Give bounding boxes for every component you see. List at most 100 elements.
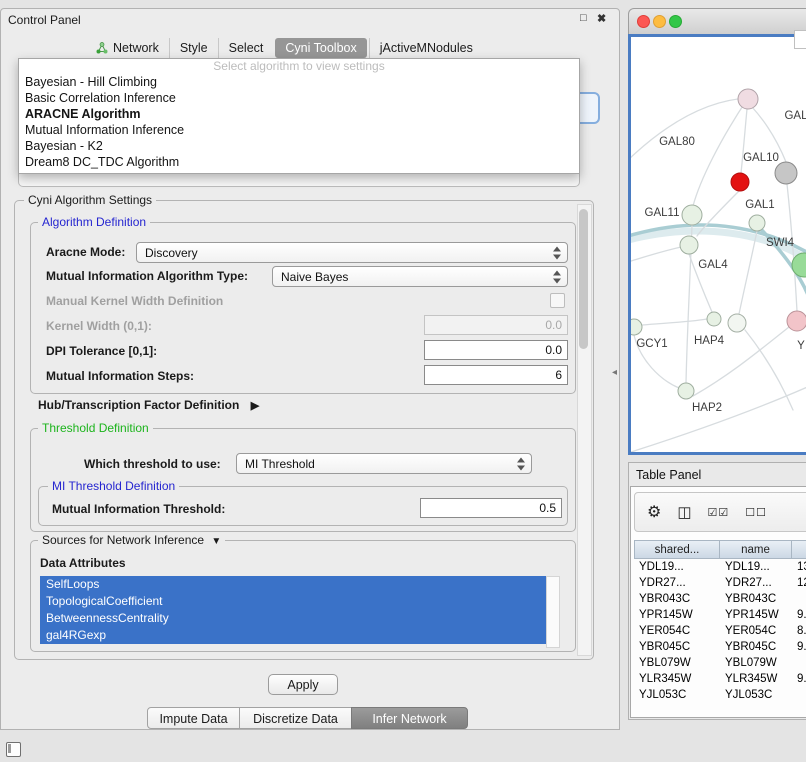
network-node[interactable] <box>738 89 758 109</box>
column-header-shared-name[interactable]: shared... <box>634 540 720 559</box>
tab-discretize-data[interactable]: Discretize Data <box>239 707 352 729</box>
cell: YDL19... <box>634 559 720 575</box>
threshold-definition-title: Threshold Definition <box>38 421 153 435</box>
gear-icon[interactable]: ⚙ <box>647 502 661 522</box>
node-label: GAL80 <box>659 136 695 148</box>
sources-title-label: Sources for Network Inference <box>42 533 204 547</box>
node-label: SWI4 <box>766 237 795 249</box>
list-item-selected[interactable]: BetweennessCentrality <box>40 610 546 627</box>
tab-infer-network[interactable]: Infer Network <box>351 707 468 729</box>
network-node-highlighted[interactable] <box>731 173 749 191</box>
tab-cyni-toolbox[interactable]: Cyni Toolbox <box>275 38 366 58</box>
close-traffic-light[interactable] <box>637 15 650 28</box>
splitter-collapse-icon[interactable]: ◂ <box>612 367 617 378</box>
table-row[interactable]: YBL079W YBL079W <box>634 655 806 671</box>
dpi-tolerance-label: DPI Tolerance [0,1]: <box>46 344 157 358</box>
network-view[interactable]: GAL80 GAL10 GAL11 GAL1 SWI4 GAL4 GCY1 HA… <box>628 34 806 455</box>
float-window-icon[interactable]: □ <box>580 12 587 24</box>
which-threshold-label: Which threshold to use: <box>84 457 221 471</box>
network-window-titlebar[interactable] <box>628 8 806 34</box>
table-row[interactable]: YBR045C YBR045C 9. <box>634 639 806 655</box>
dropdown-item[interactable]: Basic Correlation Inference <box>19 90 579 106</box>
cell: YBL079W <box>634 655 720 671</box>
list-item-selected[interactable]: SelfLoops <box>40 576 546 593</box>
network-node[interactable] <box>749 215 765 231</box>
network-node[interactable] <box>707 312 721 326</box>
tab-impute-data[interactable]: Impute Data <box>147 707 240 729</box>
manual-kernel-checkbox[interactable] <box>550 293 565 308</box>
minimized-panel-icon[interactable] <box>6 742 21 757</box>
select-all-icon[interactable]: ☑☑ <box>708 506 730 519</box>
list-item-selected[interactable]: TopologicalCoefficient <box>40 593 546 610</box>
sources-group-title[interactable]: Sources for Network Inference ▼ <box>38 533 225 547</box>
cell <box>792 655 806 671</box>
mi-type-select[interactable]: Naive Bayes <box>272 266 568 287</box>
dropdown-item-selected[interactable]: ARACNE Algorithm <box>19 106 579 122</box>
tab-style[interactable]: Style <box>169 38 218 58</box>
apply-button[interactable]: Apply <box>268 674 338 695</box>
close-window-icon[interactable]: ✖ <box>597 12 606 25</box>
tab-network[interactable]: Network <box>86 38 169 58</box>
dpi-tolerance-field[interactable] <box>424 340 568 360</box>
dropdown-item[interactable]: Dream8 DC_TDC Algorithm <box>19 154 579 170</box>
expand-down-icon: ▼ <box>211 536 221 547</box>
cell: YLR345W <box>634 671 720 687</box>
dropdown-item[interactable]: Bayesian - Hill Climbing <box>19 74 579 90</box>
table-row[interactable]: YER054C YER054C 8. <box>634 623 806 639</box>
cell: 13 <box>792 559 806 575</box>
network-node[interactable] <box>678 383 694 399</box>
tab-select[interactable]: Select <box>218 38 274 58</box>
node-label: GAL <box>784 110 806 122</box>
cyni-algorithm-settings-title: Cyni Algorithm Settings <box>24 193 156 207</box>
cell: YBL079W <box>720 655 792 671</box>
mi-threshold-group-title: MI Threshold Definition <box>48 479 179 493</box>
network-scrollbar-corner <box>794 30 806 49</box>
tab-jactivemnodules[interactable]: jActiveMNodules <box>369 38 483 58</box>
settings-scrollbar[interactable] <box>577 204 592 656</box>
mi-type-value: Naive Bayes <box>281 270 348 284</box>
cell: 9. <box>792 639 806 655</box>
network-node[interactable] <box>631 319 642 335</box>
aracne-mode-label: Aracne Mode: <box>46 245 125 259</box>
kernel-width-field[interactable] <box>424 315 568 335</box>
network-node[interactable] <box>775 162 797 184</box>
hub-section-toggle[interactable]: Hub/Transcription Factor Definition ▶ <box>38 398 259 412</box>
dropdown-item[interactable]: Bayesian - K2 <box>19 138 579 154</box>
cell: YBR045C <box>634 639 720 655</box>
aracne-mode-select[interactable]: Discovery <box>136 242 568 263</box>
node-label: HAP2 <box>692 402 722 414</box>
node-label: HAP4 <box>694 335 725 347</box>
cell: YER054C <box>720 623 792 639</box>
list-item-selected[interactable]: gal4RGexp <box>40 627 546 644</box>
cell: YBR045C <box>720 639 792 655</box>
network-node[interactable] <box>728 314 746 332</box>
network-node[interactable] <box>682 205 702 225</box>
dropdown-item[interactable]: Mutual Information Inference <box>19 122 579 138</box>
network-node[interactable] <box>680 236 698 254</box>
mi-threshold-field[interactable] <box>420 498 562 518</box>
table-row[interactable]: YDL19... YDL19... 13 <box>634 559 806 575</box>
zoom-traffic-light[interactable] <box>669 15 682 28</box>
network-node[interactable] <box>787 311 806 331</box>
combo-stepper-icon <box>553 246 562 259</box>
cell <box>792 687 806 703</box>
columns-icon[interactable]: ◫ <box>677 503 691 521</box>
minimize-traffic-light[interactable] <box>653 15 666 28</box>
column-header-name[interactable]: name <box>720 540 792 559</box>
mi-type-label: Mutual Information Algorithm Type: <box>46 269 248 283</box>
cell: YDR27... <box>720 575 792 591</box>
table-toolbar: ⚙ ◫ ☑☑ ☐☐ <box>634 492 806 532</box>
table-row[interactable]: YBR043C YBR043C <box>634 591 806 607</box>
column-header-partial[interactable] <box>792 540 806 559</box>
table-row[interactable]: YLR345W YLR345W 9. <box>634 671 806 687</box>
mi-steps-field[interactable] <box>424 365 568 385</box>
table-row[interactable]: YJL053C YJL053C <box>634 687 806 703</box>
table-row[interactable]: YPR145W YPR145W 9. <box>634 607 806 623</box>
deselect-all-icon[interactable]: ☐☐ <box>745 506 767 519</box>
table-row[interactable]: YDR27... YDR27... 12 <box>634 575 806 591</box>
list-scrollbar[interactable] <box>546 576 560 648</box>
algorithm-dropdown-popup: Select algorithm to view settings Bayesi… <box>18 58 580 174</box>
algorithm-definition-title: Algorithm Definition <box>38 215 150 229</box>
settings-scrollbar-thumb[interactable] <box>579 209 588 349</box>
which-threshold-select[interactable]: MI Threshold <box>236 453 532 474</box>
